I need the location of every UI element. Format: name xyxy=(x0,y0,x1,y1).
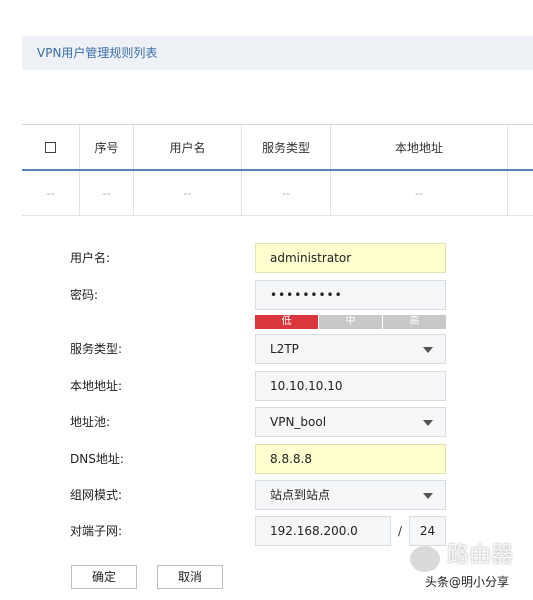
address-pool-row: 地址池: VPN_bool xyxy=(0,407,533,437)
column-header-service-type: 服务类型 xyxy=(242,125,331,169)
watermark-credit: 头条@明小分享 xyxy=(425,575,510,589)
watermark-logo-icon xyxy=(410,546,440,572)
dns-label: DNS地址: xyxy=(70,452,124,466)
service-type-label: 服务类型: xyxy=(70,342,123,356)
vpn-user-table: 序号 用户名 服务类型 本地地址 -- -- -- -- -- xyxy=(22,124,533,216)
column-divider xyxy=(507,171,508,215)
peer-subnet-ip-input[interactable]: 192.168.200.0 xyxy=(255,516,391,546)
strength-high: 高 xyxy=(383,315,446,329)
table-cell: -- xyxy=(22,171,80,215)
table-cell: -- xyxy=(415,186,423,200)
peer-subnet-mask-input[interactable]: 24 xyxy=(409,516,446,546)
dns-input[interactable]: 8.8.8.8 xyxy=(255,444,446,474)
strength-low: 低 xyxy=(255,315,318,329)
password-row: 密码: ••••••••• xyxy=(0,280,533,310)
column-header-index: 序号 xyxy=(80,125,134,169)
local-address-label: 本地地址: xyxy=(70,379,123,393)
table-cell: -- xyxy=(134,171,242,215)
peer-subnet-label: 对端子网: xyxy=(70,524,123,538)
local-address-input[interactable]: 10.10.10.10 xyxy=(255,371,446,401)
password-strength-meter: 低 中 高 xyxy=(255,315,446,329)
column-header-username: 用户名 xyxy=(134,125,242,169)
username-input[interactable]: administrator xyxy=(255,243,446,273)
service-type-row: 服务类型: L2TP xyxy=(0,334,533,364)
network-mode-label: 组网模式: xyxy=(70,488,123,502)
username-row: 用户名: administrator xyxy=(0,243,533,273)
select-all-cell[interactable] xyxy=(22,125,80,169)
address-pool-select[interactable]: VPN_bool xyxy=(255,407,446,437)
column-divider xyxy=(507,125,508,169)
watermark-site: 路由器 xyxy=(447,543,514,568)
username-label: 用户名: xyxy=(70,251,111,265)
service-type-select[interactable]: L2TP xyxy=(255,334,446,364)
cancel-button[interactable]: 取消 xyxy=(157,565,223,589)
dns-row: DNS地址: 8.8.8.8 xyxy=(0,444,533,474)
network-mode-select[interactable]: 站点到站点 xyxy=(255,480,446,510)
table-cell: -- xyxy=(242,171,331,215)
password-input[interactable]: ••••••••• xyxy=(255,280,446,310)
network-mode-row: 组网模式: 站点到站点 xyxy=(0,480,533,510)
local-address-row: 本地地址: 10.10.10.10 xyxy=(0,371,533,401)
column-header-local-address: 本地地址 xyxy=(394,140,443,155)
table-row: -- -- -- -- -- xyxy=(22,171,533,216)
subnet-separator: / xyxy=(397,524,403,538)
address-pool-label: 地址池: xyxy=(70,415,111,429)
select-all-checkbox[interactable] xyxy=(45,141,56,153)
table-header: 序号 用户名 服务类型 本地地址 xyxy=(22,125,533,171)
password-label: 密码: xyxy=(70,288,99,302)
strength-mid: 中 xyxy=(319,315,382,329)
page-title: VPN用户管理规则列表 xyxy=(22,36,533,70)
table-cell: -- xyxy=(80,171,134,215)
confirm-button[interactable]: 确定 xyxy=(71,565,137,589)
